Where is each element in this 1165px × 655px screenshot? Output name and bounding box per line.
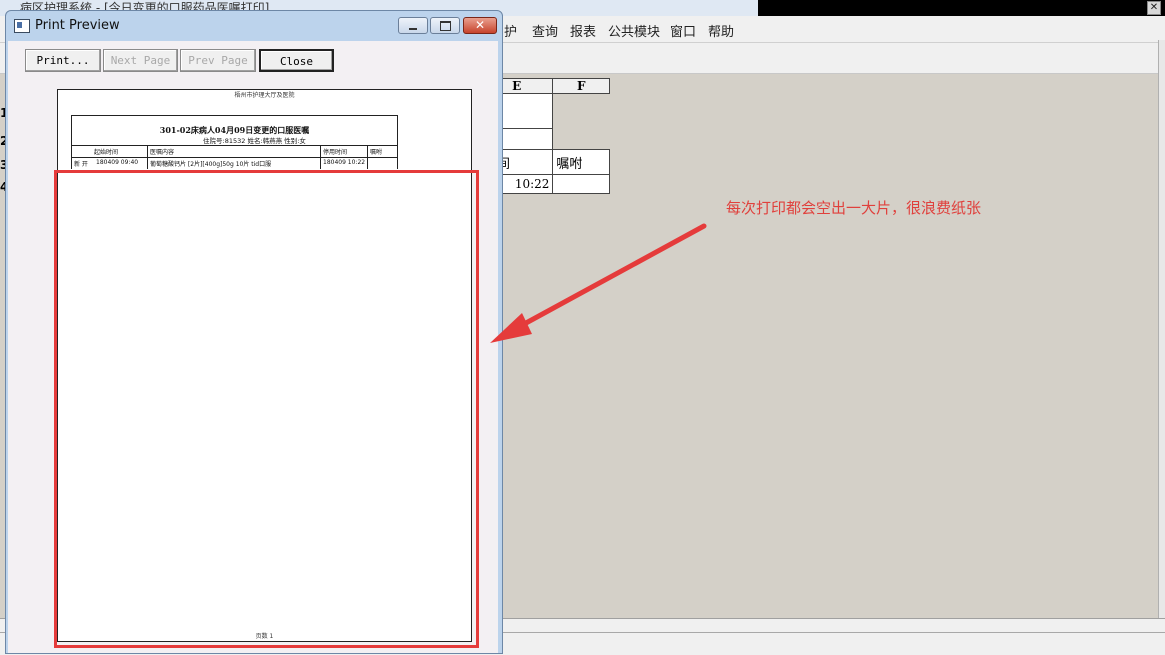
annotation-arrow-icon — [490, 223, 707, 343]
annotation-text: 每次打印都会空出一大片，很浪费纸张 — [726, 199, 982, 217]
